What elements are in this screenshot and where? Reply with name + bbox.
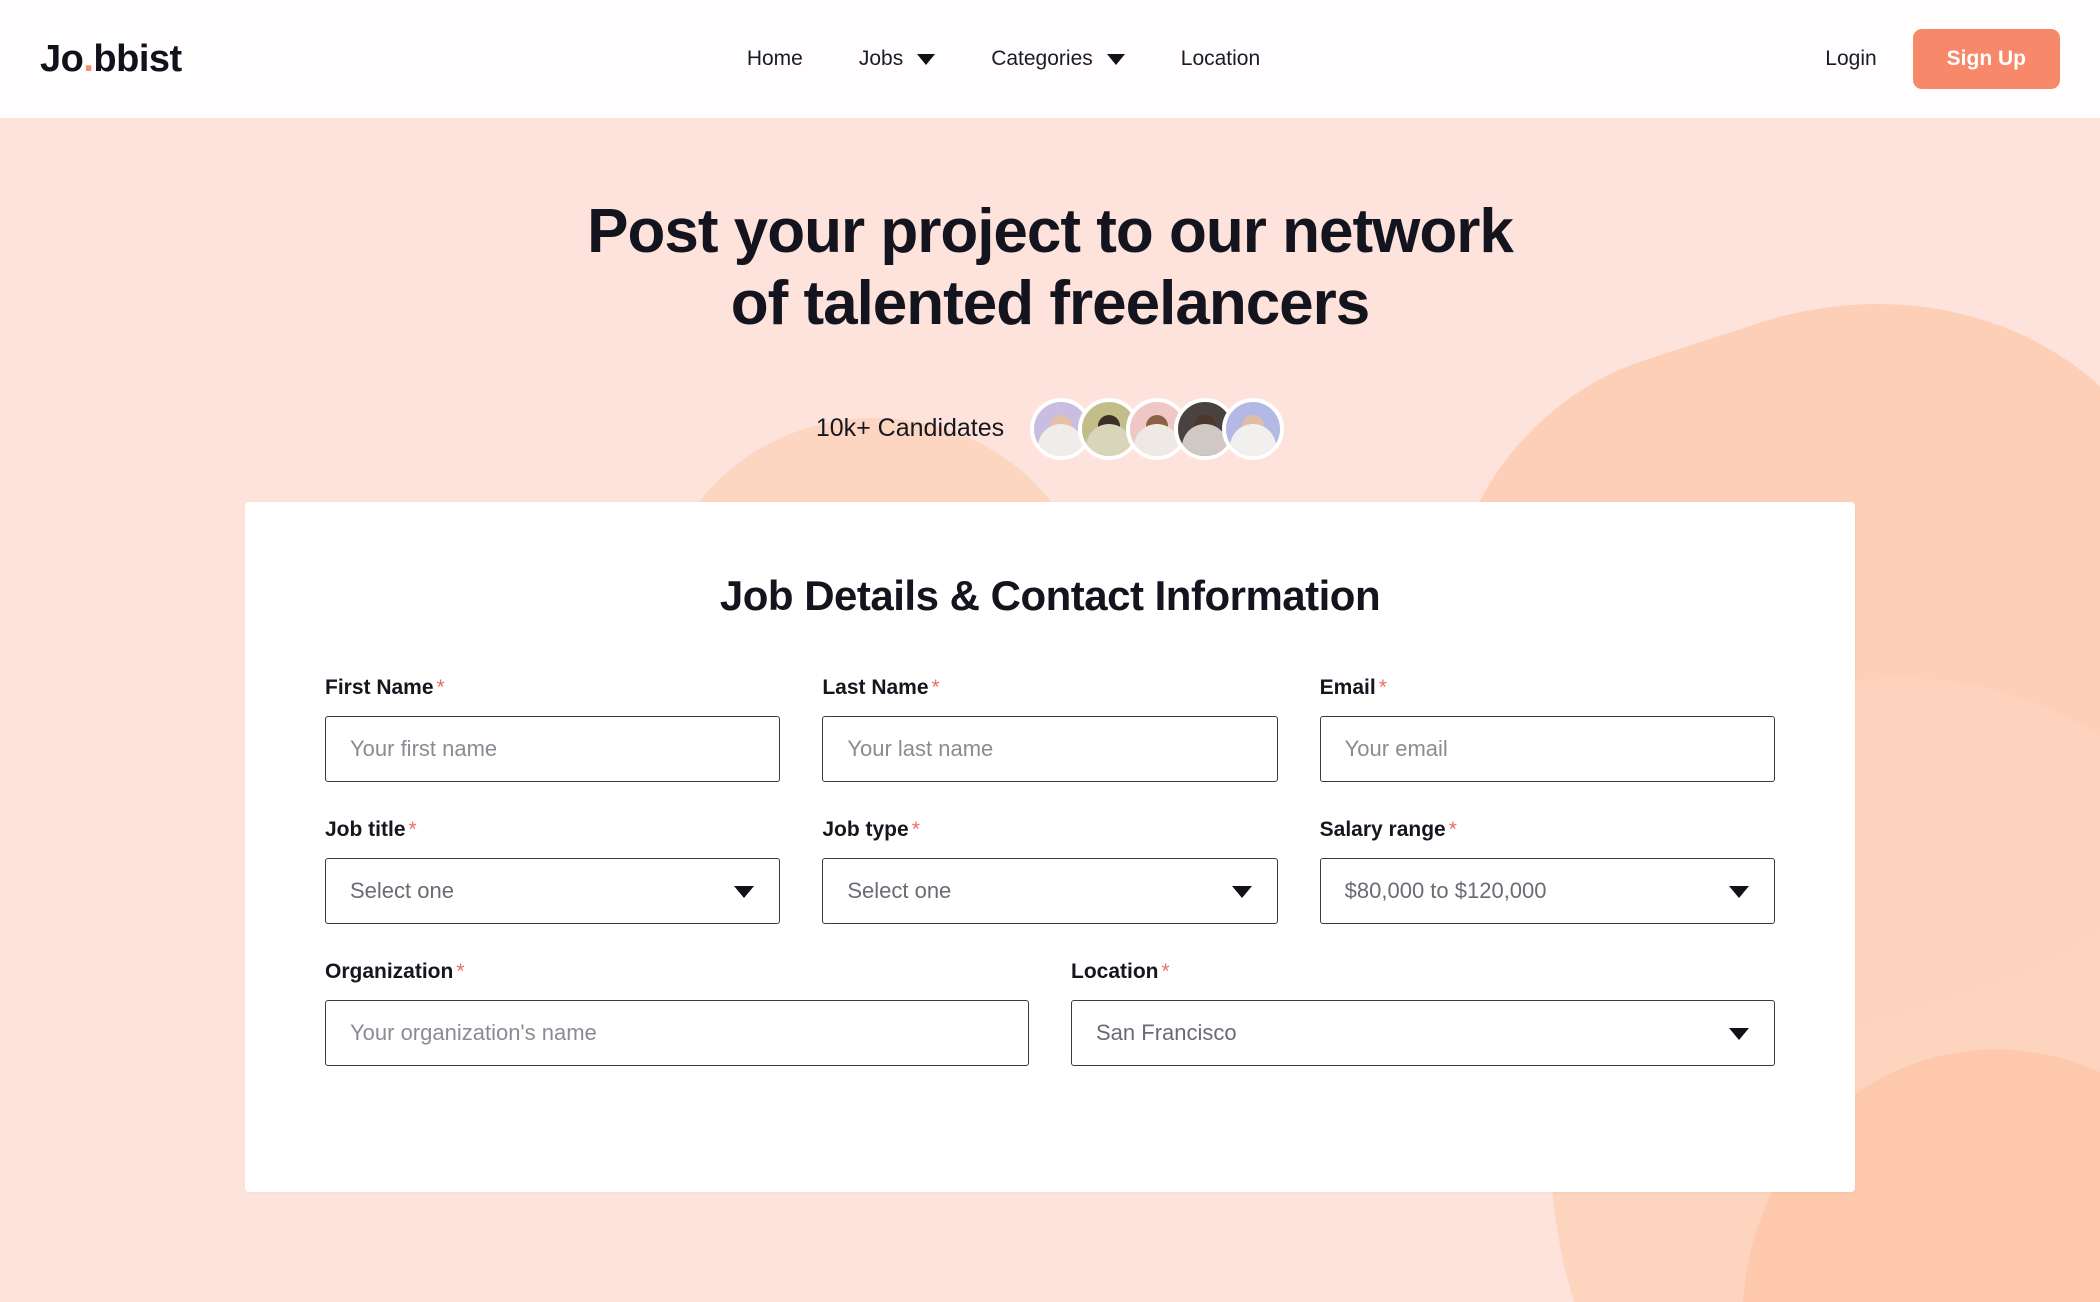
required-asterisk: * [1448,817,1457,841]
location-select[interactable]: San Francisco [1071,999,1775,1066]
first-name-label-text: First Name [325,675,434,699]
field-last-name: Last Name * [822,676,1278,782]
nav-item-categories-label: Categories [991,47,1093,70]
field-first-name: First Name * [325,676,781,782]
brand-logo[interactable]: Jo.bbist [40,38,182,81]
form-title: Job Details & Contact Information [719,571,1381,619]
top-navigation-bar: Jo.bbist Home Jobs Categories Location L… [0,0,2100,118]
email-label-text: Email [1319,675,1376,699]
organization-label-text: Organization [325,959,454,983]
salary-range-select-wrap: $80,000 to $120,000 [1319,857,1775,924]
candidate-avatar-group [1030,397,1285,460]
form-row-contact: First Name* Last Name* Email* [325,676,1775,782]
first-name-input[interactable] [325,715,781,782]
salary-range-label-text: Salary range [1319,817,1446,841]
login-link[interactable]: Login [1825,47,1876,71]
job-title-select-wrap: Select one [325,857,781,924]
field-job-title: Job title * Select one [325,818,781,924]
field-organization: Organization * [325,960,1029,1066]
chevron-down-icon [917,53,936,65]
brand-logo-text-end: bbist [93,37,182,80]
nav-item-home-label: Home [746,47,803,70]
form-row-job: Job title * Select one Job type * Select o… [325,818,1775,924]
sign-up-button[interactable]: Sign Up [1912,29,2060,89]
nav-item-location[interactable]: Location [1181,47,1260,71]
nav-item-categories[interactable]: Categories [991,47,1125,71]
nav-item-jobs-label: Jobs [858,47,904,70]
required-asterisk: * [1378,675,1387,699]
organization-input[interactable] [325,999,1029,1066]
field-salary-range: Salary range * $80,000 to $120,000 [1319,818,1775,924]
hero-title-line-2: of talented freelancers [730,268,1371,338]
hero-title-line-1: Post your project to our network [587,197,1514,266]
hero-section: Post your project to our network of tale… [0,118,2100,460]
location-label: Location * [1071,960,1775,984]
field-location: Location * San Francisco [1071,960,1775,1066]
avatar-candidate-5 [1222,397,1285,460]
last-name-input[interactable] [822,715,1278,782]
job-type-label: Job type * [822,818,1277,842]
organization-label: Organization * [325,960,1029,984]
location-label-text: Location [1071,959,1159,983]
first-name-label: First Name * [325,676,780,700]
field-email: Email * [1319,676,1775,782]
salary-range-select[interactable]: $80,000 to $120,000 [1319,857,1775,924]
brand-logo-text-start: Jo [40,37,84,80]
chevron-down-icon [1106,53,1125,65]
brand-logo-dot: . [83,37,94,80]
nav-auth-actions: Login Sign Up [1825,29,2060,89]
job-title-label: Job title * [325,818,780,842]
required-asterisk: * [436,675,445,699]
nav-item-jobs[interactable]: Jobs [858,47,936,71]
job-title-label-text: Job title [325,817,406,841]
email-label: Email * [1320,676,1775,700]
job-type-select-wrap: Select one [822,857,1278,924]
required-asterisk: * [456,959,465,983]
main-nav-links: Home Jobs Categories Location [747,47,1260,71]
required-asterisk: * [408,817,417,841]
last-name-label: Last Name * [822,676,1277,700]
last-name-label-text: Last Name [822,675,929,699]
page-title: Post your project to our network of tale… [0,196,2100,340]
nav-item-home[interactable]: Home [747,47,803,71]
email-field[interactable] [1319,715,1775,782]
form-row-organization: Organization* Location* San Francisco [325,960,1775,1066]
required-asterisk: * [1161,959,1170,983]
job-title-select[interactable]: Select one [325,857,781,924]
salary-range-label: Salary range * [1320,818,1775,842]
job-details-form-card: Job Details & Contact Information First … [245,501,1855,1192]
required-asterisk: * [911,817,920,841]
job-type-select[interactable]: Select one [822,857,1278,924]
field-job-type: Job type * Select one [822,818,1278,924]
candidates-row: 10k+ Candidates [0,397,2100,460]
candidates-count-label: 10k+ Candidates [815,414,1005,443]
nav-item-location-label: Location [1180,47,1261,70]
job-type-label-text: Job type [822,817,909,841]
location-select-wrap: San Francisco [1071,999,1775,1066]
required-asterisk: * [931,675,940,699]
